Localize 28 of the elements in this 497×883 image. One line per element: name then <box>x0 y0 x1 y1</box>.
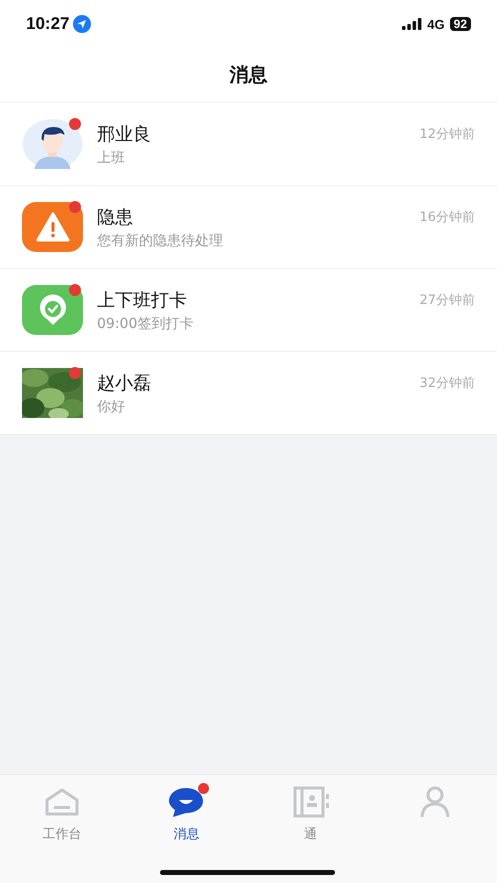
message-preview: 09:00签到打卡 <box>97 314 194 332</box>
message-preview: 您有新的隐患待处理 <box>97 232 223 250</box>
contact-name: 邢业良 <box>97 122 151 146</box>
clock-time: 10:27 <box>26 14 70 34</box>
message-row[interactable]: 上下班打卡 09:00签到打卡 27分钟前 <box>0 269 497 352</box>
location-check-icon <box>22 285 83 335</box>
message-preview: 上班 <box>97 148 125 166</box>
message-time: 16分钟前 <box>419 209 475 226</box>
page-title: 消息 <box>230 63 268 88</box>
address-book-icon <box>292 786 330 818</box>
tab[interactable]: 消息 <box>124 775 248 883</box>
message-preview: 你好 <box>97 398 125 416</box>
contact-name: 上下班打卡 <box>97 288 187 312</box>
warning-icon <box>22 202 83 252</box>
contact-name: 隐患 <box>97 206 133 228</box>
message-row[interactable]: 赵小磊 你好 32分钟前 <box>0 352 497 435</box>
signal-icon <box>402 18 422 30</box>
message-row[interactable]: 隐患 您有新的隐患待处理 16分钟前 <box>0 186 497 269</box>
message-time: 32分钟前 <box>419 375 475 392</box>
house-icon <box>44 787 80 817</box>
battery-level: 92 <box>450 17 471 31</box>
chat-bubble-icon <box>167 786 206 818</box>
network-type: 4G <box>427 16 445 32</box>
message-time: 12分钟前 <box>419 126 475 143</box>
person-avatar-icon <box>22 119 83 169</box>
message-time: 27分钟前 <box>419 292 475 309</box>
message-row[interactable]: 邢业良 上班 12分钟前 <box>0 103 497 186</box>
contact-name: 赵小磊 <box>97 372 151 394</box>
